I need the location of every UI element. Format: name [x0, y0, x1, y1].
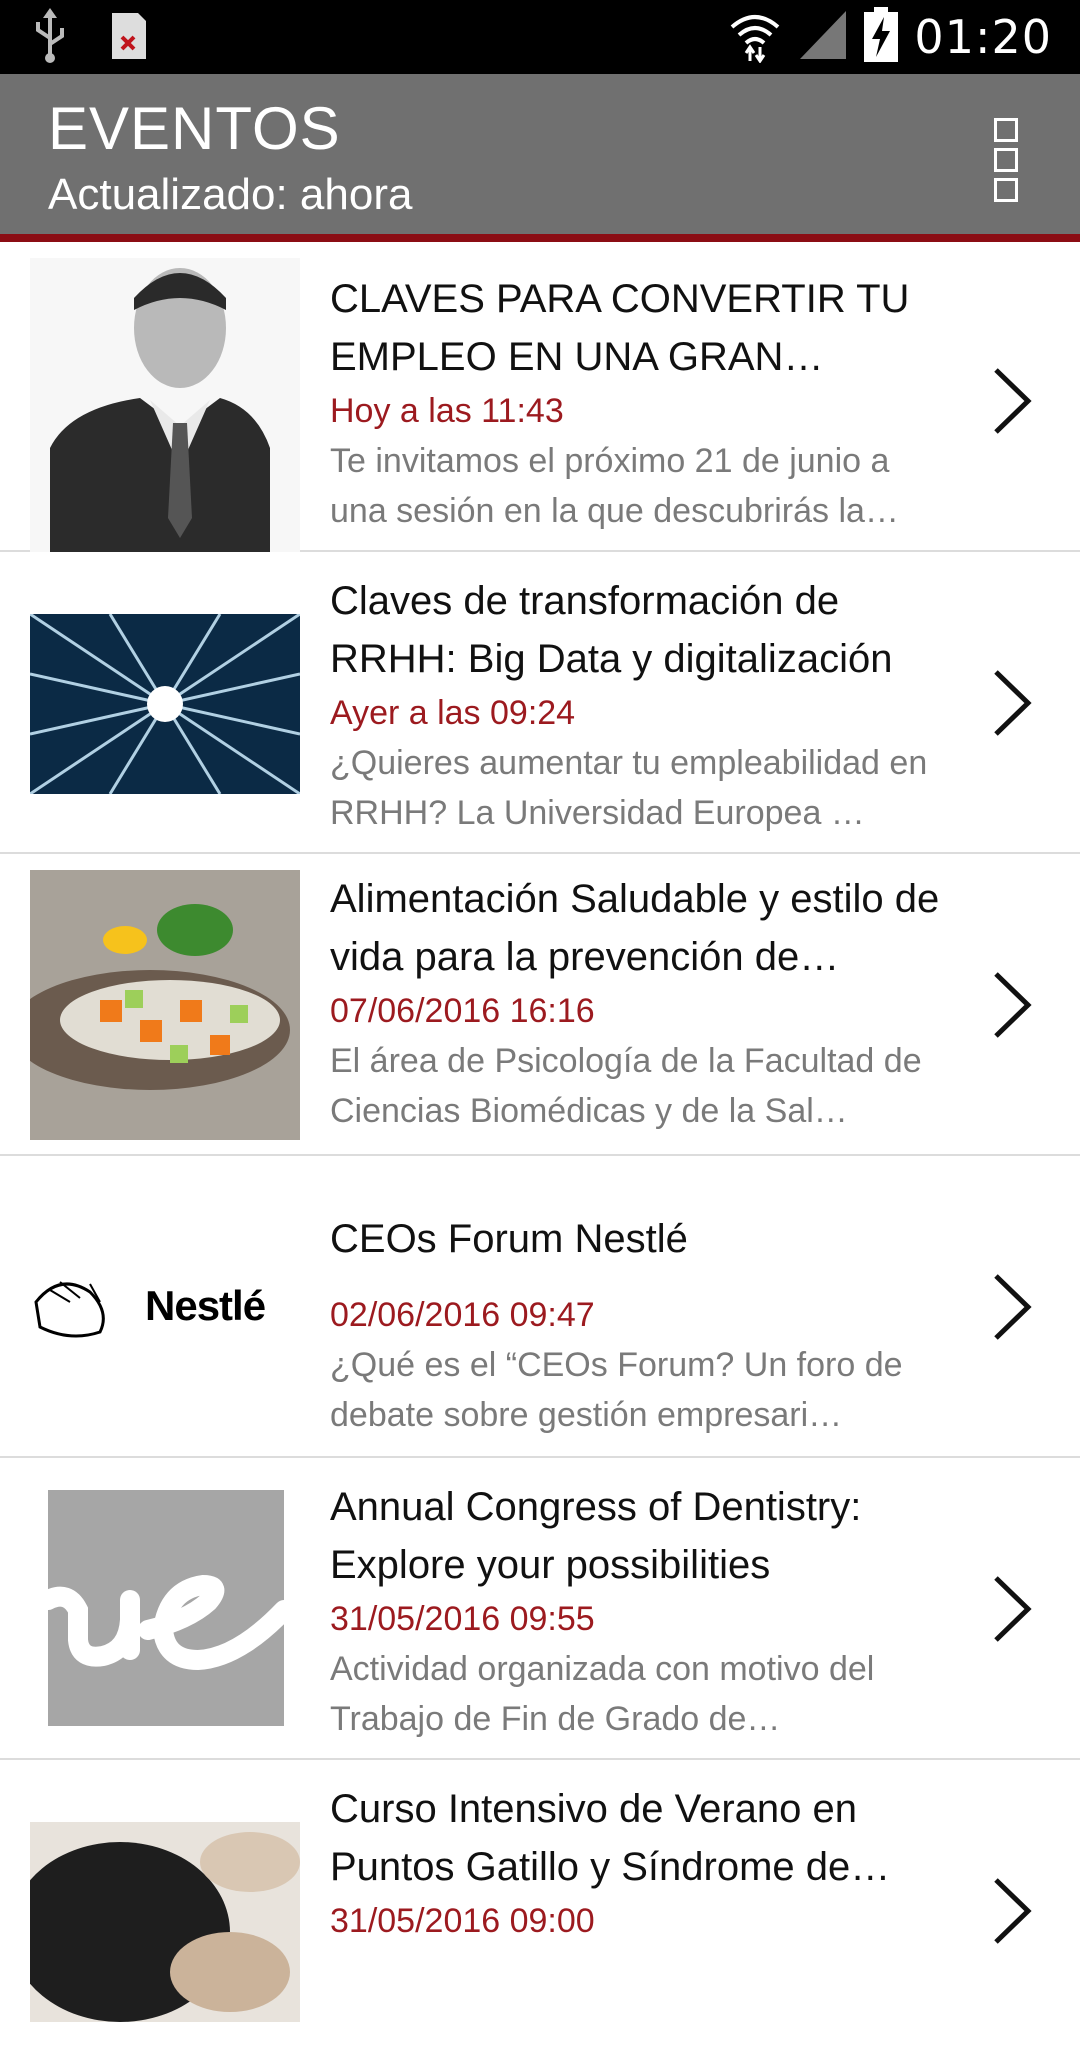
ue-logo [48, 1490, 284, 1726]
list-item[interactable]: Claves de transformación de RRHH: Big Da… [0, 552, 1080, 854]
chevron-right-icon [994, 1274, 1032, 1340]
event-date: 31/05/2016 09:55 [330, 1600, 595, 1638]
page-title: EVENTOS [48, 95, 341, 162]
nestle-logo: Nestlé [30, 1262, 300, 1342]
list-item[interactable]: Curso Intensivo de Verano en Puntos Gati… [0, 1760, 1080, 2062]
page-subtitle: Actualizado: ahora [48, 170, 413, 219]
event-thumbnail [30, 1822, 300, 2022]
event-title: Annual Congress of Dentistry: Explore yo… [330, 1485, 862, 1587]
list-item[interactable]: Nestlé CEOs Forum Nestlé 02/06/2016 09:4… [0, 1156, 1080, 1458]
event-date: 02/06/2016 09:47 [330, 1296, 595, 1334]
event-description: Te invitamos el próximo 21 de junio a un… [330, 442, 899, 530]
status-bar: 01:20 [0, 0, 1080, 74]
wifi-icon [728, 7, 782, 68]
signal-icon [798, 9, 848, 66]
event-date: Ayer a las 09:24 [330, 694, 576, 732]
overflow-menu-icon[interactable] [994, 118, 1022, 202]
usb-icon [30, 8, 70, 69]
event-description: ¿Quieres aumentar tu empleabilidad en RR… [330, 744, 928, 832]
chevron-right-icon [994, 1576, 1032, 1642]
chevron-right-icon [994, 670, 1032, 736]
status-time: 01:20 [914, 10, 1052, 64]
svg-text:Nestlé: Nestlé [145, 1282, 265, 1329]
event-date: Hoy a las 11:43 [330, 392, 564, 430]
chevron-right-icon [994, 972, 1032, 1038]
event-title: Curso Intensivo de Verano en Puntos Gati… [330, 1787, 891, 1889]
event-thumbnail [30, 870, 300, 1140]
battery-charging-icon [864, 6, 899, 68]
app-error-icon [110, 11, 148, 66]
event-thumbnail [30, 258, 300, 552]
list-item[interactable]: Alimentación Saludable y estilo de vida … [0, 854, 1080, 1156]
list-item[interactable]: Annual Congress of Dentistry: Explore yo… [0, 1458, 1080, 1760]
event-date: 31/05/2016 09:00 [330, 1902, 595, 1940]
event-date: 07/06/2016 16:16 [330, 992, 595, 1030]
event-title: CLAVES PARA CONVERTIR TU EMPLEO EN UNA G… [330, 277, 910, 379]
list-item[interactable]: CLAVES PARA CONVERTIR TU EMPLEO EN UNA G… [0, 250, 1080, 552]
chevron-right-icon [994, 1878, 1032, 1944]
event-description: ¿Qué es el “CEOs Forum? Un foro de debat… [330, 1346, 903, 1434]
event-title: Alimentación Saludable y estilo de vida … [330, 877, 940, 979]
event-description: El área de Psicología de la Facultad de … [330, 1042, 922, 1130]
events-list: CLAVES PARA CONVERTIR TU EMPLEO EN UNA G… [0, 250, 1080, 2062]
chevron-right-icon [994, 368, 1032, 434]
event-thumbnail [30, 614, 300, 794]
event-title: CEOs Forum Nestlé [330, 1217, 688, 1261]
app-bar: EVENTOS Actualizado: ahora [0, 74, 1080, 242]
event-description: Actividad organizada con motivo del Trab… [330, 1650, 875, 1738]
event-title: Claves de transformación de RRHH: Big Da… [330, 579, 893, 681]
